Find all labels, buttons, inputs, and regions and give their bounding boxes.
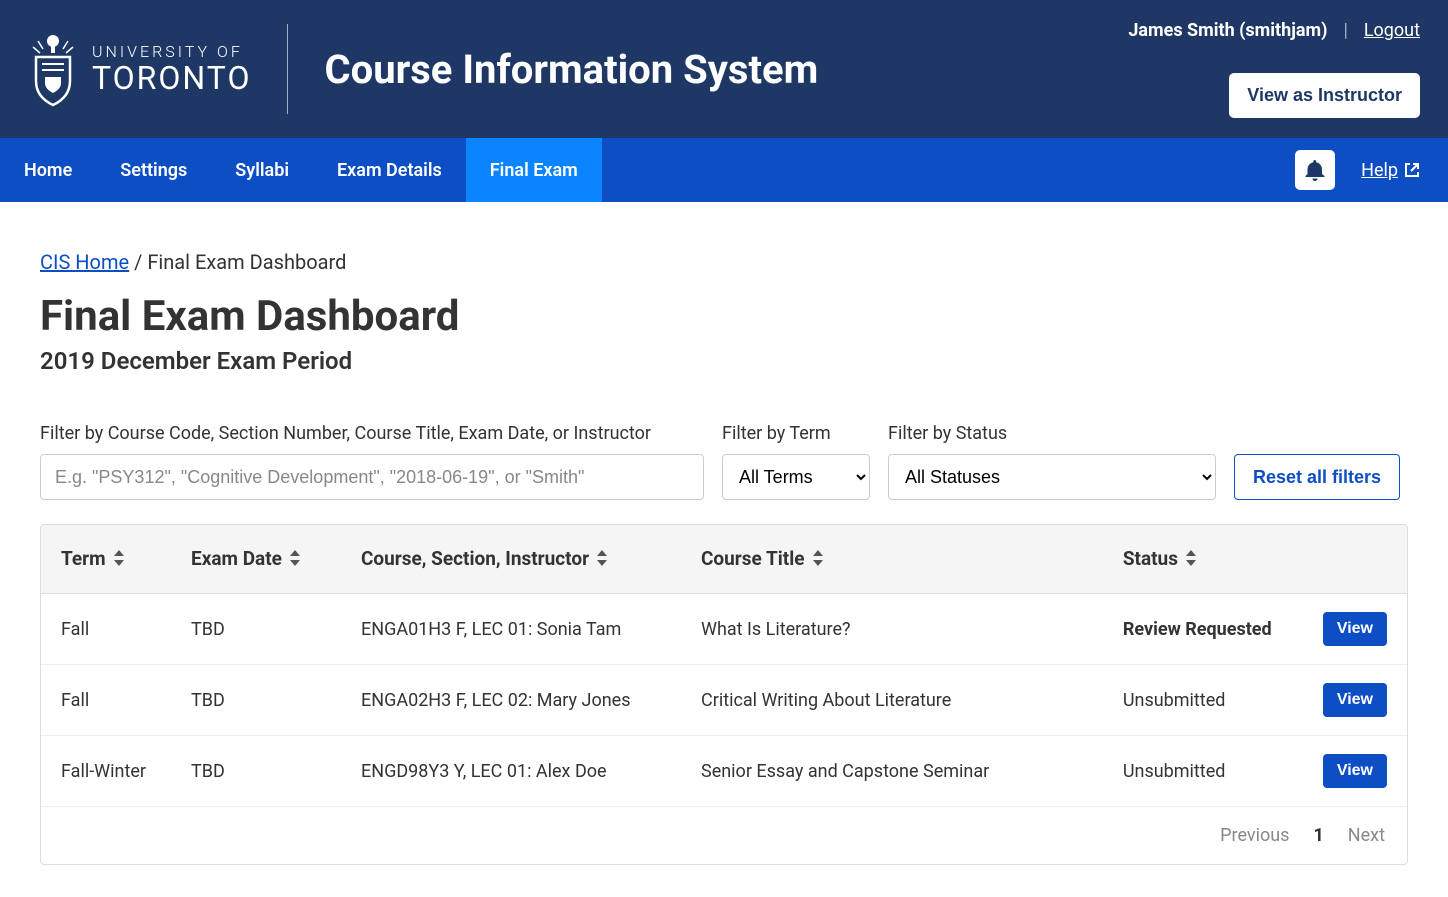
logo-university-of: UNIVERSITY OF [92,44,251,60]
exams-table: Term Exam Date Course, Section, Instruct… [41,525,1407,806]
breadcrumb: CIS Home / Final Exam Dashboard [40,250,1408,274]
search-filter-label: Filter by Course Code, Section Number, C… [40,423,704,444]
pagination-previous[interactable]: Previous [1220,825,1289,846]
external-link-icon [1404,162,1420,178]
page-title: Final Exam Dashboard [40,292,1408,341]
pagination-next[interactable]: Next [1348,825,1385,846]
page-subtitle: 2019 December Exam Period [40,347,1408,375]
col-status-header[interactable]: Status [1103,525,1303,594]
term-filter-label: Filter by Term [722,423,870,444]
col-term-header[interactable]: Term [41,525,171,594]
pagination: Previous 1 Next [41,806,1407,864]
bell-icon [1305,159,1325,181]
university-logo-block: UNIVERSITY OF TORONTO [28,31,251,107]
table-row: FallTBDENGA02H3 F, LEC 02: Mary JonesCri… [41,665,1407,736]
exam-date-cell: TBD [171,594,341,665]
col-exam-date-header[interactable]: Exam Date [171,525,341,594]
sort-icon [597,548,607,571]
user-info: James Smith (smithjam) | Logout [1128,20,1420,41]
university-crest-icon [28,31,78,107]
nav-item-exam-details[interactable]: Exam Details [313,138,466,202]
course-section-cell: ENGA02H3 F, LEC 02: Mary Jones [341,665,681,736]
breadcrumb-current: Final Exam Dashboard [147,250,346,274]
term-cell: Fall [41,665,171,736]
nav-item-home[interactable]: Home [0,138,96,202]
course-section-cell: ENGD98Y3 Y, LEC 01: Alex Doe [341,736,681,807]
course-title-cell: Senior Essay and Capstone Seminar [681,736,1103,807]
exam-date-cell: TBD [171,665,341,736]
breadcrumb-separator: / [129,250,147,274]
university-wordmark: UNIVERSITY OF TORONTO [92,44,251,94]
sort-icon [290,548,300,571]
header-divider [287,24,288,114]
sort-icon [114,548,124,571]
col-course-title-header[interactable]: Course Title [681,525,1103,594]
course-section-cell: ENGA01H3 F, LEC 01: Sonia Tam [341,594,681,665]
status-cell: Review Requested [1103,594,1303,665]
view-button[interactable]: View [1323,754,1387,788]
exams-table-container: Term Exam Date Course, Section, Instruct… [40,524,1408,865]
exam-date-cell: TBD [171,736,341,807]
app-title: Course Information System [324,46,818,93]
term-cell: Fall-Winter [41,736,171,807]
user-display-name: James Smith (smithjam) [1128,20,1327,41]
view-as-instructor-button[interactable]: View as Instructor [1229,73,1420,118]
status-filter-select[interactable]: All Statuses [888,454,1216,500]
main-content: CIS Home / Final Exam Dashboard Final Ex… [0,202,1448,897]
col-course-section-header[interactable]: Course, Section, Instructor [341,525,681,594]
view-button[interactable]: View [1323,683,1387,717]
logo-toronto: TORONTO [92,62,251,94]
help-link[interactable]: Help [1361,160,1420,181]
nav-item-settings[interactable]: Settings [96,138,211,202]
status-cell: Unsubmitted [1103,665,1303,736]
logout-link[interactable]: Logout [1364,20,1420,41]
top-header: UNIVERSITY OF TORONTO Course Information… [0,0,1448,138]
status-filter-label: Filter by Status [888,423,1216,444]
course-title-cell: Critical Writing About Literature [681,665,1103,736]
course-title-cell: What Is Literature? [681,594,1103,665]
nav-item-final-exam[interactable]: Final Exam [466,138,602,202]
user-separator: | [1343,20,1347,41]
view-button[interactable]: View [1323,612,1387,646]
notifications-button[interactable] [1295,150,1335,190]
sort-icon [1186,548,1196,571]
primary-nav: HomeSettingsSyllabiExam DetailsFinal Exa… [0,138,1448,202]
status-cell: Unsubmitted [1103,736,1303,807]
breadcrumb-home-link[interactable]: CIS Home [40,250,129,274]
help-label: Help [1361,160,1398,181]
term-filter-select[interactable]: All Terms [722,454,870,500]
table-row: Fall-WinterTBDENGD98Y3 Y, LEC 01: Alex D… [41,736,1407,807]
table-row: FallTBDENGA01H3 F, LEC 01: Sonia TamWhat… [41,594,1407,665]
filters-row: Filter by Course Code, Section Number, C… [40,423,1408,500]
search-input[interactable] [40,454,704,500]
pagination-current-page: 1 [1313,825,1323,846]
term-cell: Fall [41,594,171,665]
nav-item-syllabi[interactable]: Syllabi [211,138,313,202]
reset-filters-button[interactable]: Reset all filters [1234,454,1400,500]
sort-icon [813,548,823,571]
